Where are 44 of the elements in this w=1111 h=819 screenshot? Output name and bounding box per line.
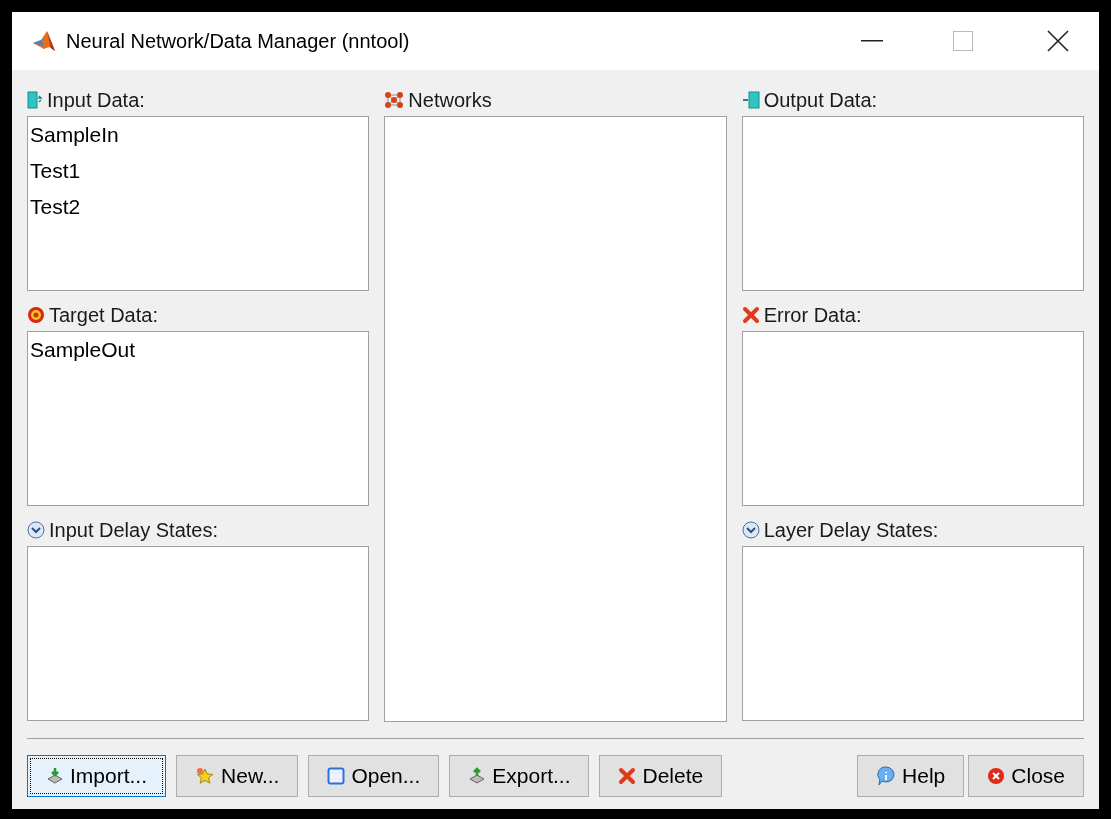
target-icon bbox=[27, 306, 45, 324]
panel-label: Input Data: bbox=[47, 88, 145, 113]
tray-arrow-icon bbox=[468, 767, 487, 785]
dialog-button[interactable]: Open... bbox=[308, 755, 440, 797]
dialog-button[interactable]: New... bbox=[176, 755, 299, 797]
star-icon bbox=[195, 767, 216, 785]
dialog-button[interactable]: Close bbox=[968, 755, 1084, 797]
list-box[interactable] bbox=[741, 116, 1084, 291]
minimize-icon[interactable] bbox=[861, 40, 883, 42]
dialog-button[interactable]: Export... bbox=[449, 755, 590, 797]
chevron-circle-icon bbox=[27, 521, 45, 539]
panel-label: Target Data: bbox=[49, 303, 158, 328]
chevron-circle-icon bbox=[741, 521, 760, 539]
list-box[interactable] bbox=[741, 331, 1084, 506]
x-icon bbox=[618, 767, 637, 785]
dialog-button[interactable]: Delete bbox=[599, 755, 723, 797]
list-box[interactable] bbox=[741, 546, 1084, 721]
panel-label: Error Data: bbox=[763, 303, 862, 328]
panel-label: Output Data: bbox=[763, 88, 878, 113]
list-box[interactable]: SampleOut bbox=[27, 331, 370, 506]
window-title: Neural Network/Data Manager (nntool) bbox=[66, 29, 410, 54]
output-data-icon bbox=[741, 91, 760, 109]
app-logo-icon bbox=[32, 30, 56, 52]
close-icon[interactable] bbox=[1047, 30, 1069, 52]
list-item[interactable]: SampleIn bbox=[28, 117, 369, 153]
close-circle-icon bbox=[987, 767, 1006, 785]
panel-label: Input Delay States: bbox=[49, 518, 218, 543]
maximize-icon[interactable] bbox=[953, 31, 973, 51]
dialog-button[interactable]: Help bbox=[857, 755, 965, 797]
network-nodes-icon bbox=[384, 91, 405, 109]
panel-label: Networks bbox=[408, 88, 492, 113]
list-item[interactable]: SampleOut bbox=[28, 332, 369, 368]
info-bubble-icon bbox=[876, 766, 897, 786]
error-x-icon bbox=[741, 306, 760, 324]
dialog-button[interactable]: Import... bbox=[27, 755, 167, 797]
window-icon bbox=[327, 767, 346, 785]
list-box[interactable] bbox=[27, 546, 370, 721]
list-item[interactable]: Test2 bbox=[28, 189, 369, 225]
input-data-icon bbox=[27, 91, 43, 109]
list-box[interactable]: SampleIn Test1 Test2 bbox=[27, 116, 370, 291]
list-box[interactable] bbox=[384, 116, 727, 722]
panel-label: Layer Delay States: bbox=[763, 518, 939, 543]
list-item[interactable]: Test1 bbox=[28, 153, 369, 189]
tray-arrow-icon bbox=[46, 767, 64, 785]
